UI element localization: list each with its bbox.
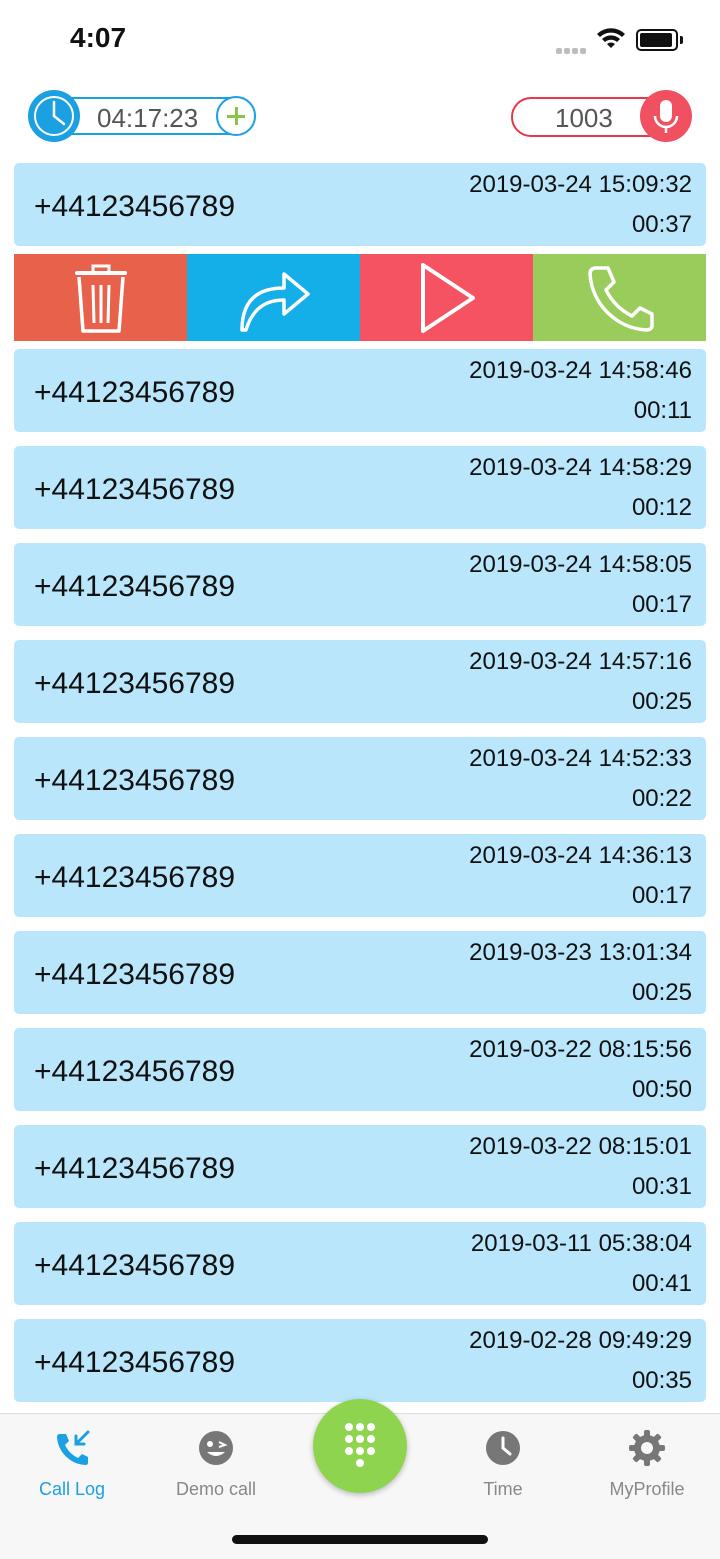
call-datetime: 2019-03-22 08:15:01 xyxy=(469,1133,692,1160)
call-number: +44123456789 xyxy=(34,958,236,991)
forward-icon xyxy=(239,271,310,332)
call-duration: 00:50 xyxy=(631,1076,692,1103)
call-datetime: 2019-03-24 14:57:16 xyxy=(469,648,692,675)
call-row[interactable]: +44123456789 2019-03-24 14:52:33 00:22 xyxy=(14,737,706,820)
call-row[interactable]: +44123456789 2019-03-24 14:36:13 00:17 xyxy=(14,834,706,917)
call-duration: 00:25 xyxy=(631,688,692,715)
call-row[interactable]: +44123456789 2019-03-22 08:15:56 00:50 xyxy=(14,1028,706,1111)
call-number: +44123456789 xyxy=(34,376,236,409)
call-datetime: 2019-03-24 15:09:32 xyxy=(469,171,692,198)
call-datetime: 2019-03-24 14:36:13 xyxy=(469,842,692,869)
call-duration: 00:35 xyxy=(631,1367,692,1394)
call-number: +44123456789 xyxy=(34,570,236,603)
clock-icon xyxy=(486,1431,520,1465)
call-row[interactable]: +44123456789 2019-03-23 13:01:34 00:25 xyxy=(14,931,706,1014)
call-datetime: 2019-03-24 14:58:46 xyxy=(469,357,692,384)
microphone-button[interactable] xyxy=(640,90,692,142)
phone-icon xyxy=(587,265,654,332)
call-number: +44123456789 xyxy=(34,1152,236,1185)
call-duration: 00:22 xyxy=(631,785,692,812)
call-datetime: 2019-03-22 08:15:56 xyxy=(469,1036,692,1063)
home-indicator xyxy=(232,1535,488,1544)
dialpad-icon xyxy=(345,1423,375,1467)
clock-icon xyxy=(28,90,80,142)
nav-my-profile[interactable]: MyProfile xyxy=(577,1428,717,1500)
status-bar: 4:07 xyxy=(0,0,720,80)
call-row[interactable]: +44123456789 2019-03-11 05:38:04 00:41 xyxy=(14,1222,706,1305)
call-duration: 00:31 xyxy=(631,1173,692,1200)
call-datetime: 2019-03-23 13:01:34 xyxy=(469,939,692,966)
call-datetime: 2019-02-28 09:49:29 xyxy=(469,1327,692,1354)
nav-label: Demo call xyxy=(175,1479,257,1499)
call-row[interactable]: +44123456789 2019-03-24 14:58:29 00:12 xyxy=(14,446,706,529)
call-duration: 00:12 xyxy=(631,494,692,521)
call-list: +44123456789 2019-03-24 15:09:32 00:37 +… xyxy=(14,163,706,1416)
call-duration: 00:41 xyxy=(631,1270,692,1297)
call-duration: 00:37 xyxy=(631,211,692,238)
call-number: +44123456789 xyxy=(34,473,236,506)
call-duration: 00:17 xyxy=(631,591,692,618)
call-row[interactable]: +44123456789 2019-03-22 08:15:01 00:31 xyxy=(14,1125,706,1208)
call-datetime: 2019-03-24 14:58:05 xyxy=(469,551,692,578)
call-log-icon xyxy=(57,1430,90,1465)
status-time: 4:07 xyxy=(70,22,127,53)
call-number: +44123456789 xyxy=(34,190,236,223)
play-button[interactable] xyxy=(360,254,533,341)
call-duration: 00:25 xyxy=(631,979,692,1006)
call-number: +44123456789 xyxy=(34,1346,236,1379)
call-number: +44123456789 xyxy=(34,861,236,894)
call-datetime: 2019-03-24 14:58:29 xyxy=(469,454,692,481)
demo-call-icon xyxy=(199,1431,233,1465)
dialpad-button[interactable] xyxy=(313,1399,407,1493)
call-datetime: 2019-03-24 14:52:33 xyxy=(469,745,692,772)
signal-icon xyxy=(556,41,588,59)
nav-label: Time xyxy=(483,1479,523,1499)
call-number: +44123456789 xyxy=(34,764,236,797)
call-row[interactable]: +44123456789 2019-03-24 14:58:46 00:11 xyxy=(14,349,706,432)
play-icon xyxy=(420,262,475,333)
nav-label: Call Log xyxy=(38,1479,106,1499)
call-row[interactable]: +44123456789 2019-03-24 14:58:05 00:17 xyxy=(14,543,706,626)
call-row[interactable]: +44123456789 2019-03-24 15:09:32 00:37 xyxy=(14,163,706,246)
call-duration: 00:11 xyxy=(633,397,692,424)
call-duration: 00:17 xyxy=(631,882,692,909)
microphone-icon xyxy=(653,100,679,133)
extension-number: 1003 xyxy=(555,103,613,133)
call-row[interactable]: +44123456789 2019-03-24 14:57:16 00:25 xyxy=(14,640,706,723)
swipe-actions xyxy=(14,254,706,341)
gear-icon xyxy=(629,1430,665,1466)
trash-icon xyxy=(74,264,127,333)
nav-demo-call[interactable]: Demo call xyxy=(146,1428,286,1500)
wifi-icon xyxy=(596,26,626,55)
call-number: +44123456789 xyxy=(34,1055,236,1088)
call-datetime: 2019-03-11 05:38:04 xyxy=(470,1230,692,1257)
nav-time[interactable]: Time xyxy=(433,1428,573,1500)
call-back-button[interactable] xyxy=(533,254,706,341)
call-row[interactable]: +44123456789 2019-02-28 09:49:29 00:35 xyxy=(14,1319,706,1402)
forward-button[interactable] xyxy=(187,254,360,341)
nav-label: MyProfile xyxy=(609,1479,685,1499)
call-number: +44123456789 xyxy=(34,1249,236,1282)
battery-icon xyxy=(636,29,683,51)
add-credit-button[interactable] xyxy=(216,96,256,136)
delete-button[interactable] xyxy=(14,254,187,341)
call-number: +44123456789 xyxy=(34,667,236,700)
nav-call-log[interactable]: Call Log xyxy=(2,1428,142,1500)
balance-time: 04:17:23 xyxy=(97,103,199,133)
